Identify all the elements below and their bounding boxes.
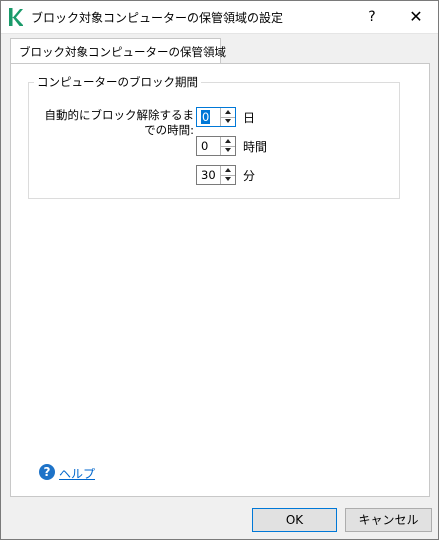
- hours-unit: 時間: [243, 140, 268, 154]
- ok-button[interactable]: OK: [252, 508, 337, 532]
- hours-stepper[interactable]: 0: [196, 136, 236, 156]
- help-link[interactable]: ヘルプ: [59, 465, 95, 482]
- days-stepper-buttons: [220, 108, 235, 126]
- kaspersky-logo-icon: [9, 8, 23, 26]
- tab-panel: コンピューターのブロック期間 自動的にブロック解除するまでの時間: 0 日 0 …: [10, 63, 430, 497]
- cancel-button[interactable]: キャンセル: [345, 508, 432, 532]
- hours-stepper-buttons: [220, 137, 235, 155]
- days-stepper[interactable]: 0: [196, 107, 236, 127]
- days-value[interactable]: 0: [201, 110, 211, 124]
- unblock-time-label: 自動的にブロック解除するまでの時間:: [44, 108, 195, 137]
- help-icon[interactable]: ?: [39, 464, 55, 480]
- minutes-value[interactable]: 30: [201, 168, 216, 182]
- tab-label: ブロック対象コンピューターの保管領域: [19, 45, 226, 59]
- minutes-down-icon[interactable]: [221, 175, 235, 184]
- minutes-stepper-buttons: [220, 166, 235, 184]
- days-down-icon[interactable]: [221, 117, 235, 126]
- title-bar: ブロック対象コンピューターの保管領域の設定 ? ✕: [1, 1, 438, 34]
- days-unit: 日: [243, 111, 256, 125]
- close-button[interactable]: ✕: [401, 6, 431, 28]
- tab-storage[interactable]: ブロック対象コンピューターの保管領域: [10, 38, 226, 64]
- minutes-unit: 分: [243, 169, 256, 183]
- hours-value[interactable]: 0: [201, 139, 208, 153]
- minutes-stepper[interactable]: 30: [196, 165, 236, 185]
- hours-down-icon[interactable]: [221, 146, 235, 155]
- dialog-window: ブロック対象コンピューターの保管領域の設定 ? ✕ ブロック対象コンピューターの…: [0, 0, 439, 540]
- group-title: コンピューターのブロック期間: [34, 74, 201, 90]
- window-title: ブロック対象コンピューターの保管領域の設定: [31, 11, 284, 25]
- title-help-button[interactable]: ?: [363, 6, 381, 28]
